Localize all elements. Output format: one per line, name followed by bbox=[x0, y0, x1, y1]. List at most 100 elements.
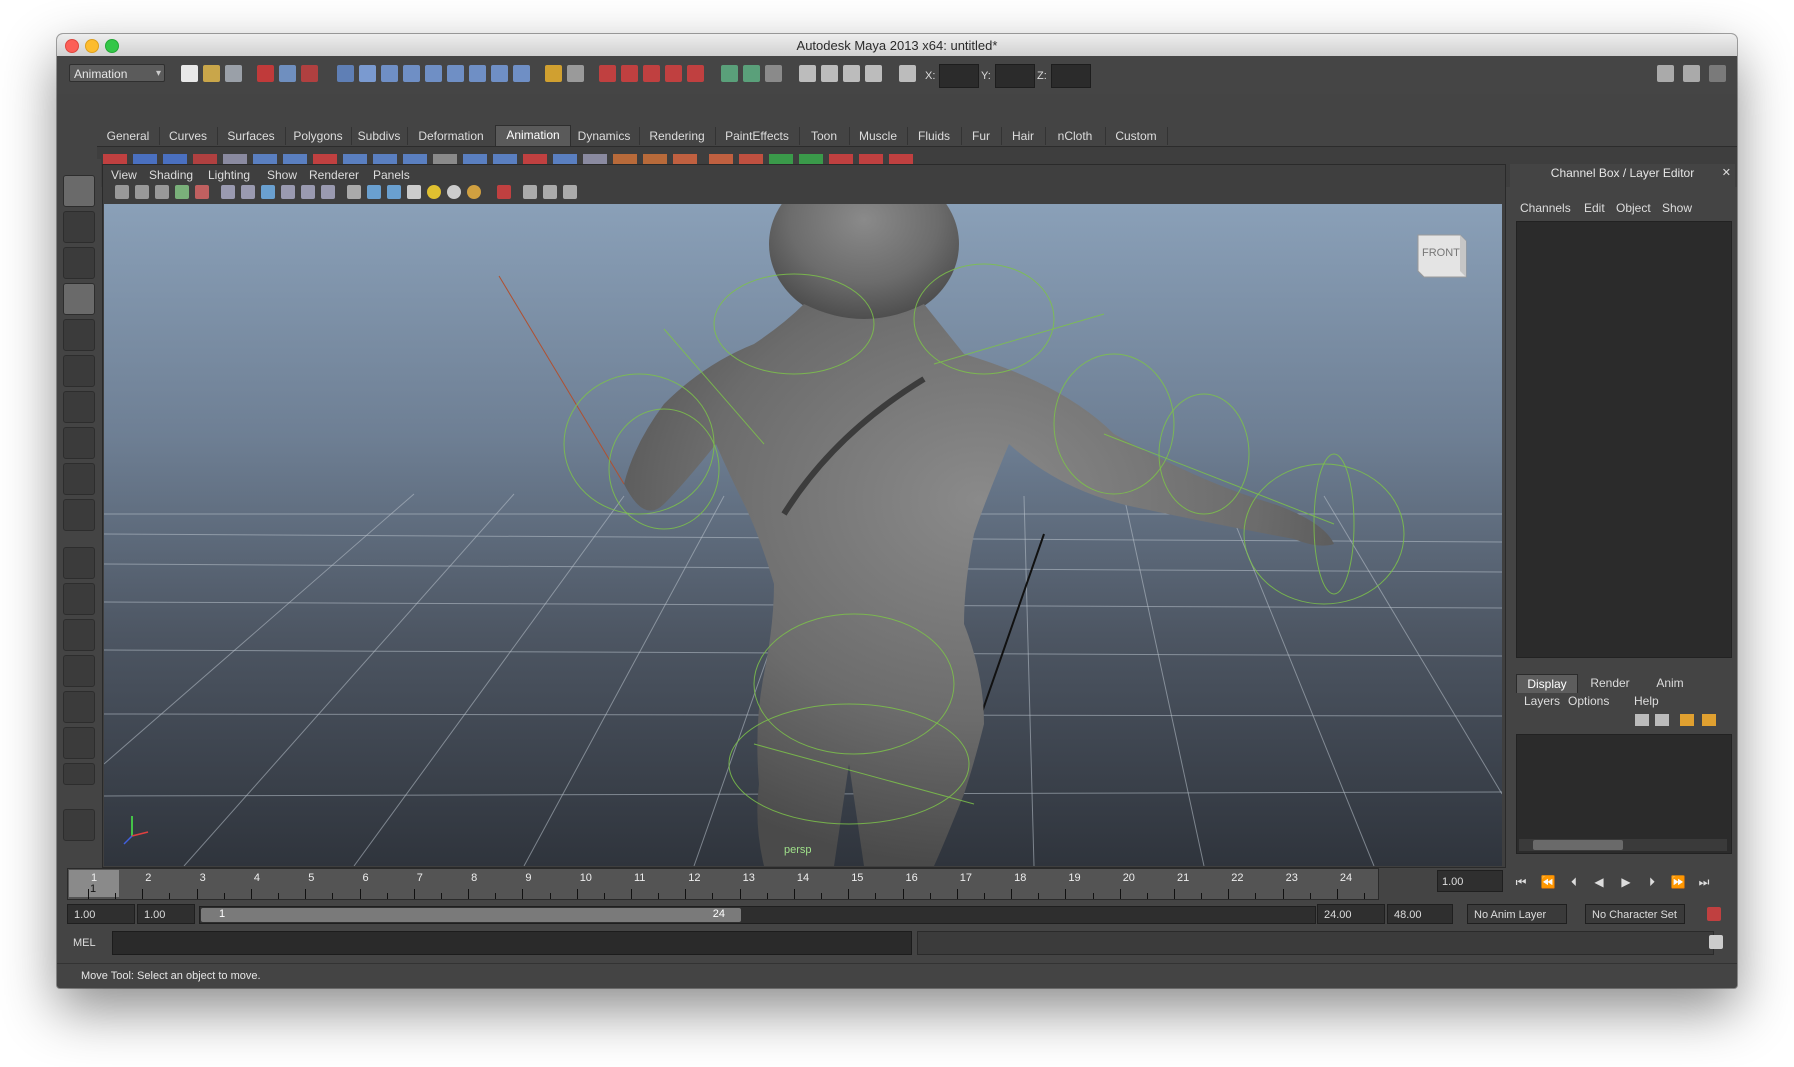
step-back-frame-icon[interactable]: ⏴ bbox=[1565, 874, 1583, 890]
camera-attributes-icon[interactable] bbox=[135, 185, 149, 199]
command-language-label[interactable]: MEL bbox=[73, 937, 96, 949]
lock-selection-icon[interactable] bbox=[545, 65, 562, 82]
x-input[interactable] bbox=[939, 64, 979, 88]
playback-end-field[interactable]: 24.00 bbox=[1317, 904, 1385, 924]
script-editor-icon[interactable] bbox=[1709, 935, 1723, 949]
options-menu[interactable]: Options bbox=[1568, 694, 1609, 708]
paint-select-tool-icon[interactable] bbox=[63, 247, 95, 279]
attribute-editor-icon[interactable] bbox=[1657, 65, 1674, 82]
shelf-tab-deformation[interactable]: Deformation bbox=[407, 127, 496, 145]
go-to-start-icon[interactable]: ⏮ bbox=[1512, 874, 1530, 890]
tool-settings-icon[interactable] bbox=[1683, 65, 1700, 82]
move-tool-icon[interactable] bbox=[63, 283, 95, 315]
shadows-icon[interactable] bbox=[447, 185, 461, 199]
render-view-icon[interactable] bbox=[799, 65, 816, 82]
shelf-tab-fluids[interactable]: Fluids bbox=[907, 127, 962, 145]
rotate-tool-icon[interactable] bbox=[63, 319, 95, 351]
layers-menu[interactable]: Layers bbox=[1524, 694, 1560, 708]
output-ops-icon[interactable] bbox=[743, 65, 760, 82]
bookmarks-icon[interactable] bbox=[155, 185, 169, 199]
render-settings-icon[interactable] bbox=[865, 65, 882, 82]
scrollbar-thumb[interactable] bbox=[1533, 840, 1623, 850]
playback-start-field[interactable]: 1.00 bbox=[137, 904, 195, 924]
current-time-field[interactable]: 1.00 bbox=[1437, 870, 1503, 892]
animation-end-field[interactable]: 48.00 bbox=[1387, 904, 1453, 924]
select-rendering-icon[interactable] bbox=[491, 65, 508, 82]
range-slider-thumb[interactable]: 1 24 bbox=[201, 908, 741, 922]
tab-display[interactable]: Display bbox=[1516, 674, 1578, 693]
new-layer-icon[interactable] bbox=[1635, 714, 1649, 726]
shelf-tab-hair[interactable]: Hair bbox=[1001, 127, 1046, 145]
step-back-key-icon[interactable]: ⏪ bbox=[1539, 874, 1557, 890]
tab-render[interactable]: Render bbox=[1580, 674, 1640, 692]
animation-preferences-icon[interactable] bbox=[1707, 907, 1721, 921]
select-handles-icon[interactable] bbox=[359, 65, 376, 82]
field-chart-icon[interactable] bbox=[301, 185, 315, 199]
selection-mask-icon[interactable] bbox=[337, 65, 354, 82]
resolution-gate-icon[interactable] bbox=[261, 185, 275, 199]
wireframe-on-shaded-icon[interactable] bbox=[387, 185, 401, 199]
new-scene-icon[interactable] bbox=[181, 65, 198, 82]
shelf-tab-fur[interactable]: Fur bbox=[961, 127, 1002, 145]
outliner-layout-icon[interactable] bbox=[63, 619, 95, 651]
range-slider[interactable]: 1 24 bbox=[199, 906, 1316, 924]
step-forward-frame-icon[interactable]: ⏵ bbox=[1643, 874, 1661, 890]
highlight-selection-icon[interactable] bbox=[567, 65, 584, 82]
select-joints-icon[interactable] bbox=[381, 65, 398, 82]
close-window-button[interactable] bbox=[65, 39, 79, 53]
soft-mod-tool-icon[interactable] bbox=[63, 427, 95, 459]
snap-grid-icon[interactable] bbox=[599, 65, 616, 82]
select-camera-icon[interactable] bbox=[115, 185, 129, 199]
quick-select-sets-icon[interactable] bbox=[63, 809, 95, 841]
select-by-component-icon[interactable] bbox=[301, 65, 318, 82]
play-backwards-icon[interactable]: ◀ bbox=[1590, 874, 1608, 890]
close-panel-icon[interactable]: ✕ bbox=[1722, 166, 1731, 179]
four-view-layout-icon[interactable] bbox=[63, 583, 95, 615]
construction-history-icon[interactable] bbox=[765, 65, 782, 82]
lighting-menu[interactable]: Lighting bbox=[208, 168, 250, 182]
image-plane-icon[interactable] bbox=[175, 185, 189, 199]
help-menu[interactable]: Help bbox=[1634, 694, 1659, 708]
new-layer-selected-icon[interactable] bbox=[1655, 714, 1669, 726]
lasso-tool-icon[interactable] bbox=[63, 211, 95, 243]
grid-toggle-icon[interactable] bbox=[221, 185, 235, 199]
shelf-tab-toon[interactable]: Toon bbox=[799, 127, 850, 145]
renderer-menu[interactable]: Renderer bbox=[309, 168, 359, 182]
expand-toolbox-icon[interactable] bbox=[63, 763, 95, 785]
snap-point-icon[interactable] bbox=[643, 65, 660, 82]
shelf-tab-subdivs[interactable]: Subdivs bbox=[351, 127, 408, 145]
channels-menu[interactable]: Channels bbox=[1520, 201, 1571, 215]
open-scene-icon[interactable] bbox=[203, 65, 220, 82]
select-deformations-icon[interactable] bbox=[447, 65, 464, 82]
hypershade-layout-icon[interactable] bbox=[63, 691, 95, 723]
play-forwards-icon[interactable]: ▶ bbox=[1617, 874, 1635, 890]
use-all-lights-icon[interactable] bbox=[427, 185, 441, 199]
show-menu[interactable]: Show bbox=[267, 168, 297, 182]
render-current-frame-icon[interactable] bbox=[821, 65, 838, 82]
select-surfaces-icon[interactable] bbox=[425, 65, 442, 82]
view-cube[interactable]: FRONT bbox=[1414, 229, 1470, 281]
show-menu[interactable]: Show bbox=[1662, 201, 1692, 215]
character-set-selector[interactable]: No Character Set bbox=[1585, 904, 1685, 924]
hud-icon[interactable] bbox=[563, 185, 577, 199]
shelf-tab-dynamics[interactable]: Dynamics bbox=[569, 127, 640, 145]
shelf-tab-general[interactable]: General bbox=[97, 127, 160, 145]
go-to-end-icon[interactable]: ⏭ bbox=[1695, 874, 1713, 890]
transform-field-menu-icon[interactable] bbox=[899, 65, 916, 82]
perspective-viewport[interactable]: FRONT persp bbox=[104, 204, 1502, 866]
scale-tool-icon[interactable] bbox=[63, 355, 95, 387]
layer-list[interactable] bbox=[1516, 734, 1732, 854]
single-perspective-layout-icon[interactable] bbox=[63, 547, 95, 579]
input-ops-icon[interactable] bbox=[721, 65, 738, 82]
select-tool-icon[interactable] bbox=[63, 175, 95, 207]
select-curves-icon[interactable] bbox=[403, 65, 420, 82]
shelf-tab-curves[interactable]: Curves bbox=[159, 127, 218, 145]
snap-plane-icon[interactable] bbox=[665, 65, 682, 82]
move-layer-up-icon[interactable] bbox=[1680, 714, 1694, 726]
move-layer-down-icon[interactable] bbox=[1702, 714, 1716, 726]
make-live-icon[interactable] bbox=[687, 65, 704, 82]
panels-menu[interactable]: Panels bbox=[373, 168, 410, 182]
shelf-tab-rendering[interactable]: Rendering bbox=[639, 127, 716, 145]
step-forward-key-icon[interactable]: ⏩ bbox=[1669, 874, 1687, 890]
shelf-tab-ncloth[interactable]: nCloth bbox=[1045, 127, 1106, 145]
